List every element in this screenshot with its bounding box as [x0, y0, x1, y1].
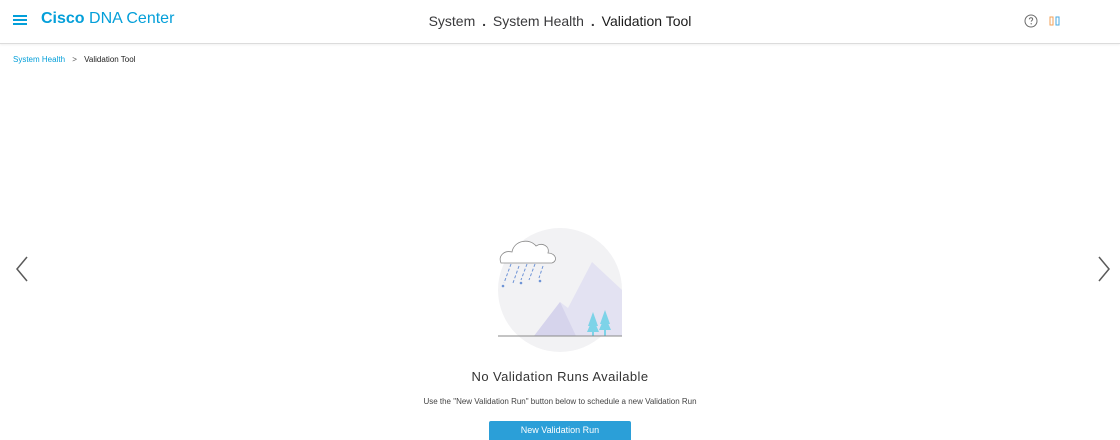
- chevron-left-icon[interactable]: [15, 256, 29, 282]
- page-title: System . System Health . Validation Tool: [0, 12, 1120, 30]
- breadcrumb: System Health > Validation Tool: [13, 55, 135, 65]
- page-title-separator: .: [590, 13, 595, 29]
- page-title-separator: .: [482, 13, 487, 29]
- empty-state-title: No Validation Runs Available: [471, 369, 649, 384]
- page-title-system-health: System Health: [492, 13, 584, 29]
- breadcrumb-separator: >: [72, 55, 77, 64]
- breadcrumb-system-health[interactable]: System Health: [13, 55, 65, 64]
- apps-icon[interactable]: [1049, 15, 1061, 27]
- page-title-validation-tool: Validation Tool: [601, 13, 692, 29]
- chevron-right-icon[interactable]: [1097, 256, 1111, 282]
- new-validation-run-button[interactable]: New Validation Run: [489, 421, 631, 440]
- help-icon[interactable]: [1024, 14, 1038, 28]
- empty-state-subtitle: Use the "New Validation Run" button belo…: [423, 397, 697, 406]
- breadcrumb-current: Validation Tool: [84, 55, 136, 64]
- page-title-system: System: [428, 13, 476, 29]
- rain-cloud-mountain-illustration: [498, 228, 622, 352]
- top-navigation-bar: Cisco DNA Center System . System Health …: [0, 0, 1120, 44]
